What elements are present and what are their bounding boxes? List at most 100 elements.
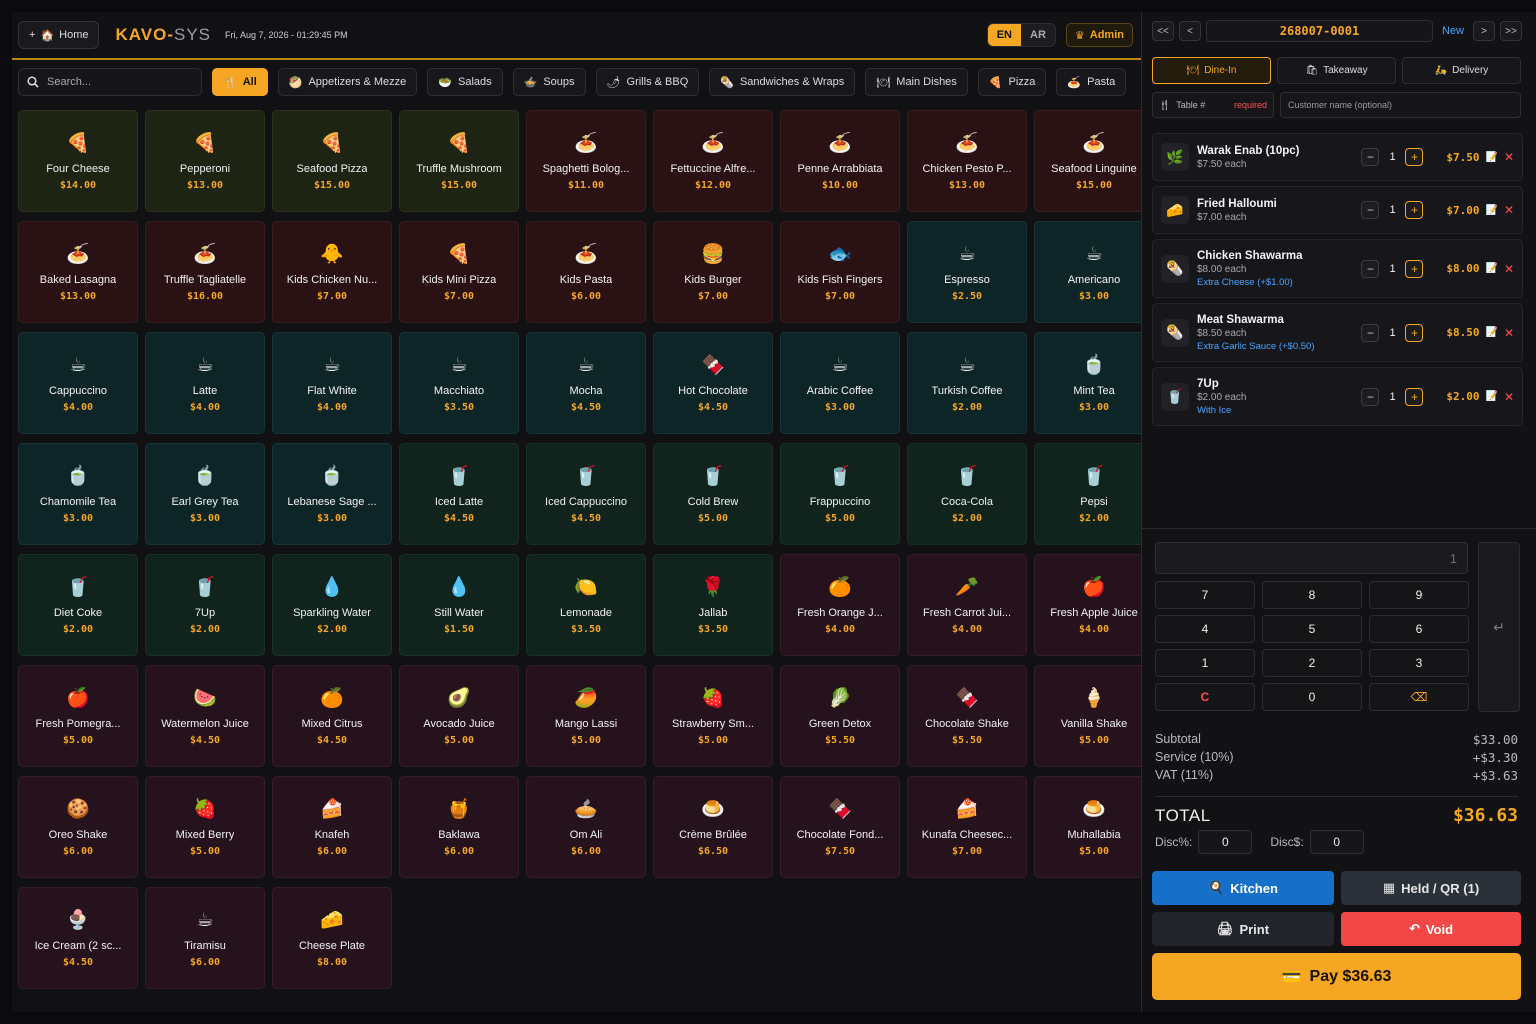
- increase-qty-button[interactable]: +: [1405, 387, 1424, 406]
- decrease-qty-button[interactable]: −: [1361, 201, 1380, 219]
- decrease-qty-button[interactable]: −: [1361, 259, 1380, 278]
- category-all[interactable]: 🍴 All: [212, 68, 268, 96]
- product-tile[interactable]: 🍝 Baked Lasagna $13.00: [18, 221, 138, 323]
- category-pasta[interactable]: 🍝 Pasta: [1056, 68, 1127, 96]
- product-tile[interactable]: 🥧 Om Ali $6.00: [526, 776, 646, 878]
- product-tile[interactable]: 🍝 Kids Pasta $6.00: [526, 221, 646, 323]
- category-soups[interactable]: 🍲 Soups: [512, 68, 586, 96]
- product-tile[interactable]: ☕ Flat White $4.00: [272, 332, 392, 434]
- product-tile[interactable]: 🐟 Kids Fish Fingers $7.00: [780, 221, 900, 323]
- enter-key[interactable]: ↵: [1478, 542, 1520, 712]
- next-order-button[interactable]: >: [1473, 21, 1495, 41]
- product-tile[interactable]: 🍊 Fresh Orange J... $4.00: [780, 554, 900, 656]
- product-tile[interactable]: 🌹 Jallab $3.50: [653, 554, 773, 656]
- search-input[interactable]: [47, 76, 187, 88]
- key-2[interactable]: 2: [1262, 649, 1362, 677]
- product-tile[interactable]: 🍔 Kids Burger $7.00: [653, 221, 773, 323]
- backspace-key[interactable]: ⌫: [1369, 683, 1469, 711]
- product-tile[interactable]: ☕ Mocha $4.50: [526, 332, 646, 434]
- category-salads[interactable]: 🥗 Salads: [427, 68, 503, 96]
- product-tile[interactable]: ☕ Latte $4.00: [145, 332, 265, 434]
- product-tile[interactable]: ☕ Arabic Coffee $3.00: [780, 332, 900, 434]
- category-main-dishes[interactable]: 🍽 Main Dishes: [865, 68, 968, 96]
- product-tile[interactable]: 🧀 Cheese Plate $8.00: [272, 887, 392, 989]
- disc-pct-input[interactable]: [1198, 830, 1253, 854]
- remove-line-icon[interactable]: ✕: [1504, 150, 1514, 164]
- edit-note-icon[interactable]: 📝: [1485, 205, 1497, 216]
- last-order-button[interactable]: >>: [1500, 21, 1522, 41]
- edit-note-icon[interactable]: 📝: [1485, 263, 1497, 274]
- product-tile[interactable]: 🍝 Seafood Linguine $15.00: [1034, 110, 1154, 212]
- product-tile[interactable]: 🍓 Strawberry Sm... $5.00: [653, 665, 773, 767]
- decrease-qty-button[interactable]: −: [1361, 323, 1380, 342]
- product-tile[interactable]: 🥤 Iced Latte $4.50: [399, 443, 519, 545]
- remove-line-icon[interactable]: ✕: [1504, 326, 1514, 340]
- decrease-qty-button[interactable]: −: [1361, 387, 1380, 406]
- product-tile[interactable]: 🥑 Avocado Juice $5.00: [399, 665, 519, 767]
- key-9[interactable]: 9: [1369, 581, 1469, 609]
- product-tile[interactable]: 🍵 Earl Grey Tea $3.00: [145, 443, 265, 545]
- product-tile[interactable]: 🍕 Seafood Pizza $15.00: [272, 110, 392, 212]
- product-tile[interactable]: 🥤 Coca-Cola $2.00: [907, 443, 1027, 545]
- product-tile[interactable]: 🍕 Truffle Mushroom $15.00: [399, 110, 519, 212]
- product-tile[interactable]: 🍊 Mixed Citrus $4.50: [272, 665, 392, 767]
- product-tile[interactable]: 🍕 Kids Mini Pizza $7.00: [399, 221, 519, 323]
- product-tile[interactable]: 🥭 Mango Lassi $5.00: [526, 665, 646, 767]
- product-tile[interactable]: 🍝 Spaghetti Bolog... $11.00: [526, 110, 646, 212]
- product-tile[interactable]: 🍫 Chocolate Fond... $7.50: [780, 776, 900, 878]
- order-type-delivery[interactable]: 🛵 Delivery: [1402, 57, 1521, 84]
- product-tile[interactable]: 🐥 Kids Chicken Nu... $7.00: [272, 221, 392, 323]
- key-6[interactable]: 6: [1369, 615, 1469, 643]
- edit-note-icon[interactable]: 📝: [1485, 391, 1497, 402]
- key-8[interactable]: 8: [1262, 581, 1362, 609]
- product-tile[interactable]: 🍝 Chicken Pesto P... $13.00: [907, 110, 1027, 212]
- admin-button[interactable]: ♛ Admin: [1065, 23, 1133, 47]
- first-order-button[interactable]: <<: [1152, 21, 1174, 41]
- key-7[interactable]: 7: [1155, 581, 1255, 609]
- print-button[interactable]: 🖨 Print: [1152, 912, 1334, 946]
- product-tile[interactable]: 🍰 Kunafa Cheesec... $7.00: [907, 776, 1027, 878]
- disc-amt-input[interactable]: [1309, 830, 1364, 854]
- pay-button[interactable]: 💳 Pay $36.63: [1152, 953, 1521, 1000]
- increase-qty-button[interactable]: +: [1405, 259, 1424, 278]
- category-sandwiches-wraps[interactable]: 🌯 Sandwiches & Wraps: [709, 68, 856, 96]
- product-tile[interactable]: 🥤 7Up $2.00: [145, 554, 265, 656]
- home-button[interactable]: + 🏠 Home: [18, 21, 100, 49]
- product-tile[interactable]: 🍎 Fresh Pomegra... $5.00: [18, 665, 138, 767]
- clear-key[interactable]: C: [1155, 683, 1255, 711]
- held-qr-button[interactable]: ▦ Held / QR (1): [1341, 871, 1521, 905]
- product-tile[interactable]: 🍝 Penne Arrabbiata $10.00: [780, 110, 900, 212]
- key-0[interactable]: 0: [1262, 683, 1362, 711]
- customer-name-input[interactable]: [1288, 100, 1513, 110]
- order-type-dine-in[interactable]: 🍽 Dine-In: [1152, 57, 1271, 84]
- product-tile[interactable]: 🍋 Lemonade $3.50: [526, 554, 646, 656]
- void-button[interactable]: ↶ Void: [1341, 912, 1521, 946]
- product-tile[interactable]: 🥤 Iced Cappuccino $4.50: [526, 443, 646, 545]
- product-tile[interactable]: 🍫 Hot Chocolate $4.50: [653, 332, 773, 434]
- product-tile[interactable]: 🍯 Baklawa $6.00: [399, 776, 519, 878]
- key-3[interactable]: 3: [1369, 649, 1469, 677]
- product-tile[interactable]: 💧 Still Water $1.50: [399, 554, 519, 656]
- edit-note-icon[interactable]: 📝: [1485, 327, 1497, 338]
- increase-qty-button[interactable]: +: [1405, 148, 1424, 166]
- product-tile[interactable]: 🥤 Pepsi $2.00: [1034, 443, 1154, 545]
- product-tile[interactable]: 🍵 Chamomile Tea $3.00: [18, 443, 138, 545]
- product-tile[interactable]: 🍉 Watermelon Juice $4.50: [145, 665, 265, 767]
- remove-line-icon[interactable]: ✕: [1504, 390, 1514, 404]
- product-tile[interactable]: 🍵 Lebanese Sage ... $3.00: [272, 443, 392, 545]
- table-number-field[interactable]: 🍴 Table # required: [1152, 92, 1274, 118]
- increase-qty-button[interactable]: +: [1405, 323, 1424, 342]
- product-tile[interactable]: ☕ Macchiato $3.50: [399, 332, 519, 434]
- remove-line-icon[interactable]: ✕: [1504, 203, 1514, 217]
- product-tile[interactable]: 🥤 Cold Brew $5.00: [653, 443, 773, 545]
- category-grills-bbq[interactable]: 🌶 Grills & BBQ: [595, 68, 700, 96]
- product-tile[interactable]: 🍕 Four Cheese $14.00: [18, 110, 138, 212]
- product-tile[interactable]: 🍕 Pepperoni $13.00: [145, 110, 265, 212]
- product-tile[interactable]: ☕ Espresso $2.50: [907, 221, 1027, 323]
- product-tile[interactable]: 🥤 Diet Coke $2.00: [18, 554, 138, 656]
- kitchen-button[interactable]: 🍳 Kitchen: [1152, 871, 1334, 905]
- search-box[interactable]: [18, 68, 202, 96]
- product-tile[interactable]: 🍫 Chocolate Shake $5.50: [907, 665, 1027, 767]
- prev-order-button[interactable]: <: [1179, 21, 1201, 41]
- product-tile[interactable]: 🍵 Mint Tea $3.00: [1034, 332, 1154, 434]
